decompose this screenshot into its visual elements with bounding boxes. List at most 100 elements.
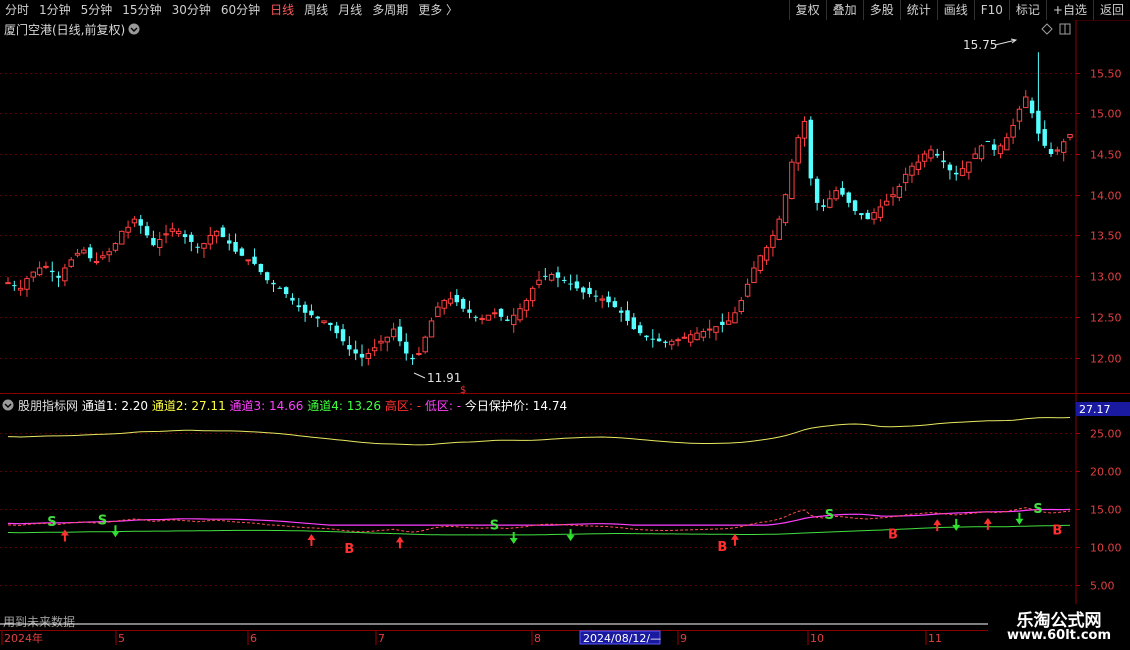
indicator-legend-item: 今日保护价: 14.74 [465,398,567,413]
indicator-legend: 股朋指标网 通道1: 2.20 通道2: 27.11 通道3: 14.66 通道… [18,398,567,413]
candle-body [688,334,694,343]
candle-body [213,230,220,237]
main-chart-area[interactable] [0,20,1076,393]
x-tick-label: 2024年 [4,631,43,645]
candle-body [416,353,422,355]
candle-body [36,267,43,276]
candle-body [290,297,295,301]
y-tick-label: 10.00 [1090,542,1122,555]
candle-body [1067,133,1073,138]
signal-b: B [344,542,354,557]
indicator-dropdown-icon[interactable] [2,399,14,411]
candle-body [663,341,668,343]
candle-body [175,230,182,235]
y-tick-label: 15.00 [1090,108,1122,121]
candle-body [460,298,466,309]
candle-body [189,234,194,242]
signal-b: B [888,528,898,543]
signal-s: S [47,515,56,530]
candle-body [656,338,662,342]
title-dropdown-icon[interactable] [128,23,140,35]
candle-body [852,200,858,211]
candle-body [720,321,725,325]
candle-body [757,255,763,271]
candle-body [302,304,308,313]
channel3-line [7,508,1071,526]
candle-body [555,272,561,278]
y-tick-label: 15.00 [1090,504,1122,517]
signal-s: S [1033,502,1042,517]
buy-arrow-icon [395,536,404,549]
y-tick-label: 14.50 [1090,149,1122,162]
candle-body [776,218,782,240]
y-tick-label: 12.00 [1090,353,1122,366]
candle-body [182,234,188,238]
candle-body [859,213,864,216]
candle-body [725,320,732,325]
candle-body [390,328,397,338]
buy-arrow-icon [983,517,992,530]
candle-body [245,259,251,262]
current-value-label: 27.17 [1079,403,1111,416]
candle-body [599,298,605,301]
candle-body [606,296,611,303]
candle-body [112,243,119,251]
candle-body [195,246,200,248]
candle-body [883,200,890,206]
candle-body [978,145,985,160]
candle-body [81,249,87,254]
candle-body [1016,108,1023,122]
y-tick-label: 25.00 [1090,428,1122,441]
indicator-signals: S SBSBSBSB [47,502,1062,557]
channel2-line [7,417,1071,446]
candle-body [612,301,618,308]
watermark: 乐淘公式网 www.60lt.com [988,604,1130,650]
candle-body [966,161,972,173]
candle-body [435,306,441,317]
x-tick-label: 10 [810,632,824,645]
candle-body [928,149,934,159]
candle-body [353,349,358,354]
indicator-name[interactable]: 股朋指标网 [18,398,82,413]
candle-body [1010,125,1016,138]
candle-body [384,336,390,343]
candle-body [738,300,744,313]
candle-body [1054,149,1061,152]
candle-body [207,234,213,245]
signal-s: S [98,513,107,528]
candle-body [890,194,896,198]
candle-body [271,282,276,285]
candle-body [62,267,68,282]
candle-body [706,328,713,331]
candle-body [833,190,839,200]
candle-body [492,312,498,315]
candle-body [921,153,928,162]
candle-body [428,320,435,338]
candle-body [498,308,504,317]
candle-body [511,314,517,326]
candle-body [239,248,245,256]
candle-body [625,310,630,321]
candle-body [593,295,599,297]
candle-body [144,226,150,236]
candle-body [700,331,707,338]
candle-body [138,219,143,226]
candle-body [277,287,283,289]
candle-body [529,287,536,302]
candle-body [24,278,30,290]
sell-arrow-icon [111,525,120,538]
candle-body [846,192,851,203]
x-tick-label: 5 [118,632,125,645]
candle-body [296,305,301,308]
buy-arrow-icon [60,529,69,542]
candle-body [227,240,232,244]
candle-body [808,119,814,179]
candle-body [17,287,24,291]
candle-body [410,357,415,360]
candle-body [644,335,649,338]
stock-chart[interactable]: 厦门空港(日线,前复权) 15.50 15.00 14.50 14.00 13.50 13… [0,0,1130,650]
candle-body [201,243,207,249]
candle-body [574,281,580,289]
candle-body [1048,149,1054,154]
candle-body [637,325,643,334]
